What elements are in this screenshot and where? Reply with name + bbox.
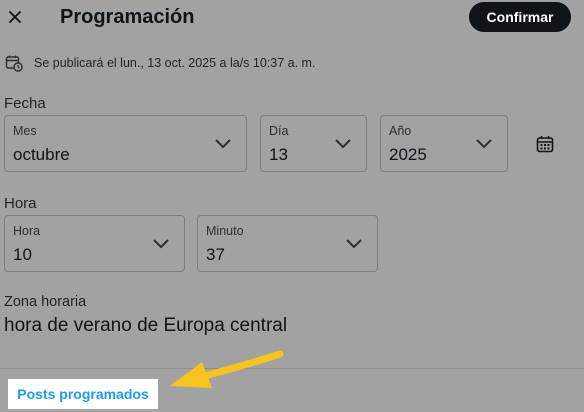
page-title: Programación xyxy=(60,6,195,28)
timezone-label: Zona horaria xyxy=(4,294,87,310)
calendar-icon[interactable] xyxy=(535,134,555,154)
date-section-label: Fecha xyxy=(4,95,46,112)
confirm-button[interactable]: Confirmar xyxy=(469,2,571,32)
minute-select-value: 37 xyxy=(206,245,225,264)
day-select-label: Día xyxy=(269,124,289,138)
annotation-arrow-icon xyxy=(170,350,284,388)
hour-select-label: Hora xyxy=(13,224,41,238)
day-select[interactable]: Día 13 xyxy=(260,115,367,172)
calendar-clock-icon xyxy=(5,55,23,72)
month-select[interactable]: Mes octubre xyxy=(4,115,247,172)
year-select-value: 2025 xyxy=(389,145,427,164)
chevron-down-icon xyxy=(153,239,169,249)
scheduled-posts-label: Posts programados xyxy=(17,386,149,402)
minute-select[interactable]: Minuto 37 xyxy=(197,215,378,272)
month-select-value: octubre xyxy=(13,145,70,164)
chevron-down-icon xyxy=(335,139,351,149)
minute-select-label: Minuto xyxy=(206,224,244,238)
timezone-value: hora de verano de Europa central xyxy=(4,315,288,336)
chevron-down-icon xyxy=(215,139,231,149)
time-section-label: Hora xyxy=(4,195,37,212)
divider xyxy=(0,368,584,369)
year-select[interactable]: Año 2025 xyxy=(380,115,508,172)
day-select-value: 13 xyxy=(269,145,288,164)
close-button[interactable] xyxy=(0,0,30,34)
year-select-label: Año xyxy=(389,124,412,138)
chevron-down-icon xyxy=(346,239,362,249)
scheduled-posts-link[interactable]: Posts programados xyxy=(8,379,158,409)
close-icon xyxy=(9,11,21,23)
schedule-summary: Se publicará el lun., 13 oct. 2025 a la/… xyxy=(34,56,316,70)
month-select-label: Mes xyxy=(13,124,37,138)
hour-select[interactable]: Hora 10 xyxy=(4,215,185,272)
hour-select-value: 10 xyxy=(13,245,32,264)
chevron-down-icon xyxy=(476,139,492,149)
